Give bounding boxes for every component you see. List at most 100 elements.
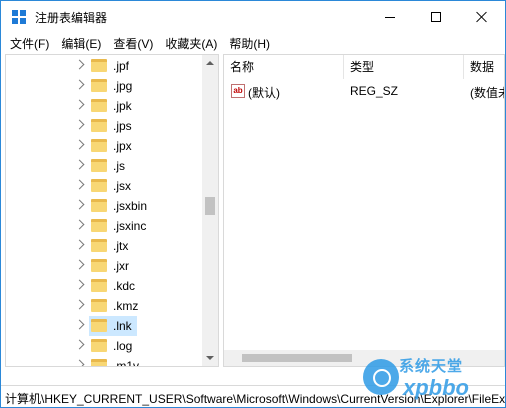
column-header-name[interactable]: 名称 — [224, 55, 344, 79]
minimize-icon — [385, 16, 395, 18]
folder-icon — [91, 239, 107, 252]
tree-item[interactable]: .jsxinc — [6, 216, 202, 236]
chevron-right-icon[interactable] — [74, 199, 85, 210]
value-row[interactable]: ab (默认) REG_SZ (数值未 — [224, 81, 504, 101]
folder-icon — [91, 219, 107, 232]
window-title: 注册表编辑器 — [35, 11, 108, 25]
tree-item[interactable]: .jpg — [6, 76, 202, 96]
tree-item[interactable]: .jtx — [6, 236, 202, 256]
folder-icon — [91, 339, 107, 352]
folder-icon — [91, 299, 107, 312]
folder-icon — [91, 319, 107, 332]
tree-item[interactable]: .kdc — [6, 276, 202, 296]
registry-editor-window: 注册表编辑器 文件(F) 编辑(E) 查看(V) 收藏夹(A) 帮助(H) .j… — [0, 0, 506, 408]
value-list-pane: 名称 类型 数据 ab (默认) REG_SZ (数值未 — [223, 54, 505, 367]
menu-bar: 文件(F) 编辑(E) 查看(V) 收藏夹(A) 帮助(H) — [1, 33, 505, 53]
watermark-logo-icon — [363, 359, 399, 395]
menu-file[interactable]: 文件(F) — [10, 35, 49, 52]
tree-item[interactable]: .jsxbin — [6, 196, 202, 216]
tree-item-label: .jpg — [113, 79, 133, 93]
folder-icon — [91, 359, 107, 366]
tree-vertical-scrollbar[interactable] — [202, 55, 218, 366]
maximize-button[interactable] — [413, 1, 459, 33]
tree-item[interactable]: .log — [6, 336, 202, 356]
tree-item-label: .jpx — [113, 139, 132, 153]
value-type: REG_SZ — [350, 84, 399, 98]
tree-item-label: .jpf — [113, 59, 130, 73]
arrow-up-icon — [206, 61, 214, 65]
folder-icon — [91, 99, 107, 112]
tree-item[interactable]: .jsx — [6, 176, 202, 196]
chevron-right-icon[interactable] — [74, 99, 85, 110]
registry-app-icon — [12, 10, 26, 24]
tree-item[interactable]: .jpf — [6, 56, 202, 76]
tree-item-label: .jsxinc — [113, 219, 147, 233]
chevron-right-icon[interactable] — [74, 339, 85, 350]
value-data: (数值未 — [470, 86, 504, 100]
chevron-right-icon[interactable] — [74, 159, 85, 170]
chevron-right-icon[interactable] — [74, 239, 85, 250]
menu-edit[interactable]: 编辑(E) — [61, 35, 101, 52]
chevron-right-icon[interactable] — [74, 119, 85, 130]
tree-item[interactable]: .m1v — [6, 356, 202, 367]
key-tree-pane: .jpf .jpg .jpk .jps .jpx .js .jsx .jsxbin .jsxin… — [5, 54, 219, 367]
folder-icon — [91, 79, 107, 92]
tree-item[interactable]: .js — [6, 156, 202, 176]
tree-item-label: .js — [113, 159, 125, 173]
chevron-right-icon[interactable] — [74, 279, 85, 290]
folder-icon — [91, 179, 107, 192]
tree-item[interactable]: .jpk — [6, 96, 202, 116]
minimize-button[interactable] — [367, 1, 413, 33]
chevron-right-icon[interactable] — [74, 299, 85, 310]
tree-item[interactable]: .jpx — [6, 136, 202, 156]
maximize-icon — [431, 12, 441, 22]
tree-item-label: .kdc — [113, 279, 136, 293]
chevron-right-icon[interactable] — [74, 79, 85, 90]
close-button[interactable] — [459, 1, 505, 33]
folder-icon — [91, 279, 107, 292]
tree-item-label: .kmz — [113, 299, 139, 313]
close-icon — [476, 11, 488, 23]
scroll-down-button[interactable] — [202, 350, 218, 366]
value-name: (默认) — [248, 86, 280, 100]
folder-icon — [91, 159, 107, 172]
chevron-right-icon[interactable] — [74, 219, 85, 230]
tree-item-label: .lnk — [113, 319, 132, 333]
menu-help[interactable]: 帮助(H) — [229, 35, 270, 52]
tree-item[interactable]: .jps — [6, 116, 202, 136]
tree-item-label: .jxr — [113, 259, 129, 273]
tree-item-label: .jps — [113, 119, 132, 133]
title-bar[interactable]: 注册表编辑器 — [1, 1, 505, 33]
string-value-icon: ab — [231, 84, 245, 98]
watermark-text-top: 系统天堂 — [399, 358, 464, 375]
folder-icon — [91, 139, 107, 152]
tree-item-label: .m1v — [113, 359, 140, 367]
tree-item-label: .jtx — [113, 239, 129, 253]
horizontal-scroll-thumb[interactable] — [242, 354, 352, 362]
menu-favorites[interactable]: 收藏夹(A) — [165, 35, 217, 52]
folder-icon — [91, 259, 107, 272]
tree-item[interactable]: .jxr — [6, 256, 202, 276]
chevron-right-icon[interactable] — [74, 359, 85, 366]
chevron-right-icon[interactable] — [74, 59, 85, 70]
folder-icon — [91, 59, 107, 72]
tree-item[interactable]: .lnk — [6, 316, 202, 336]
chevron-right-icon[interactable] — [74, 179, 85, 190]
list-header: 名称 类型 数据 — [224, 55, 504, 79]
watermark-text-bottom: xpbbo — [403, 375, 469, 400]
column-header-data[interactable]: 数据 — [464, 55, 504, 79]
chevron-right-icon[interactable] — [74, 139, 85, 150]
tree-item-label: .jsxbin — [113, 199, 148, 213]
tree-item-label: .jsx — [113, 179, 131, 193]
chevron-right-icon[interactable] — [74, 259, 85, 270]
tree-item-label: .jpk — [113, 99, 132, 113]
folder-icon — [91, 119, 107, 132]
arrow-down-icon — [206, 356, 214, 360]
chevron-right-icon[interactable] — [74, 319, 85, 330]
tree-item[interactable]: .kmz — [6, 296, 202, 316]
menu-view[interactable]: 查看(V) — [113, 35, 153, 52]
scroll-thumb[interactable] — [205, 197, 215, 215]
site-watermark: 系统天堂 xpbbo — [361, 341, 506, 407]
column-header-type[interactable]: 类型 — [344, 55, 464, 79]
scroll-up-button[interactable] — [202, 55, 218, 71]
